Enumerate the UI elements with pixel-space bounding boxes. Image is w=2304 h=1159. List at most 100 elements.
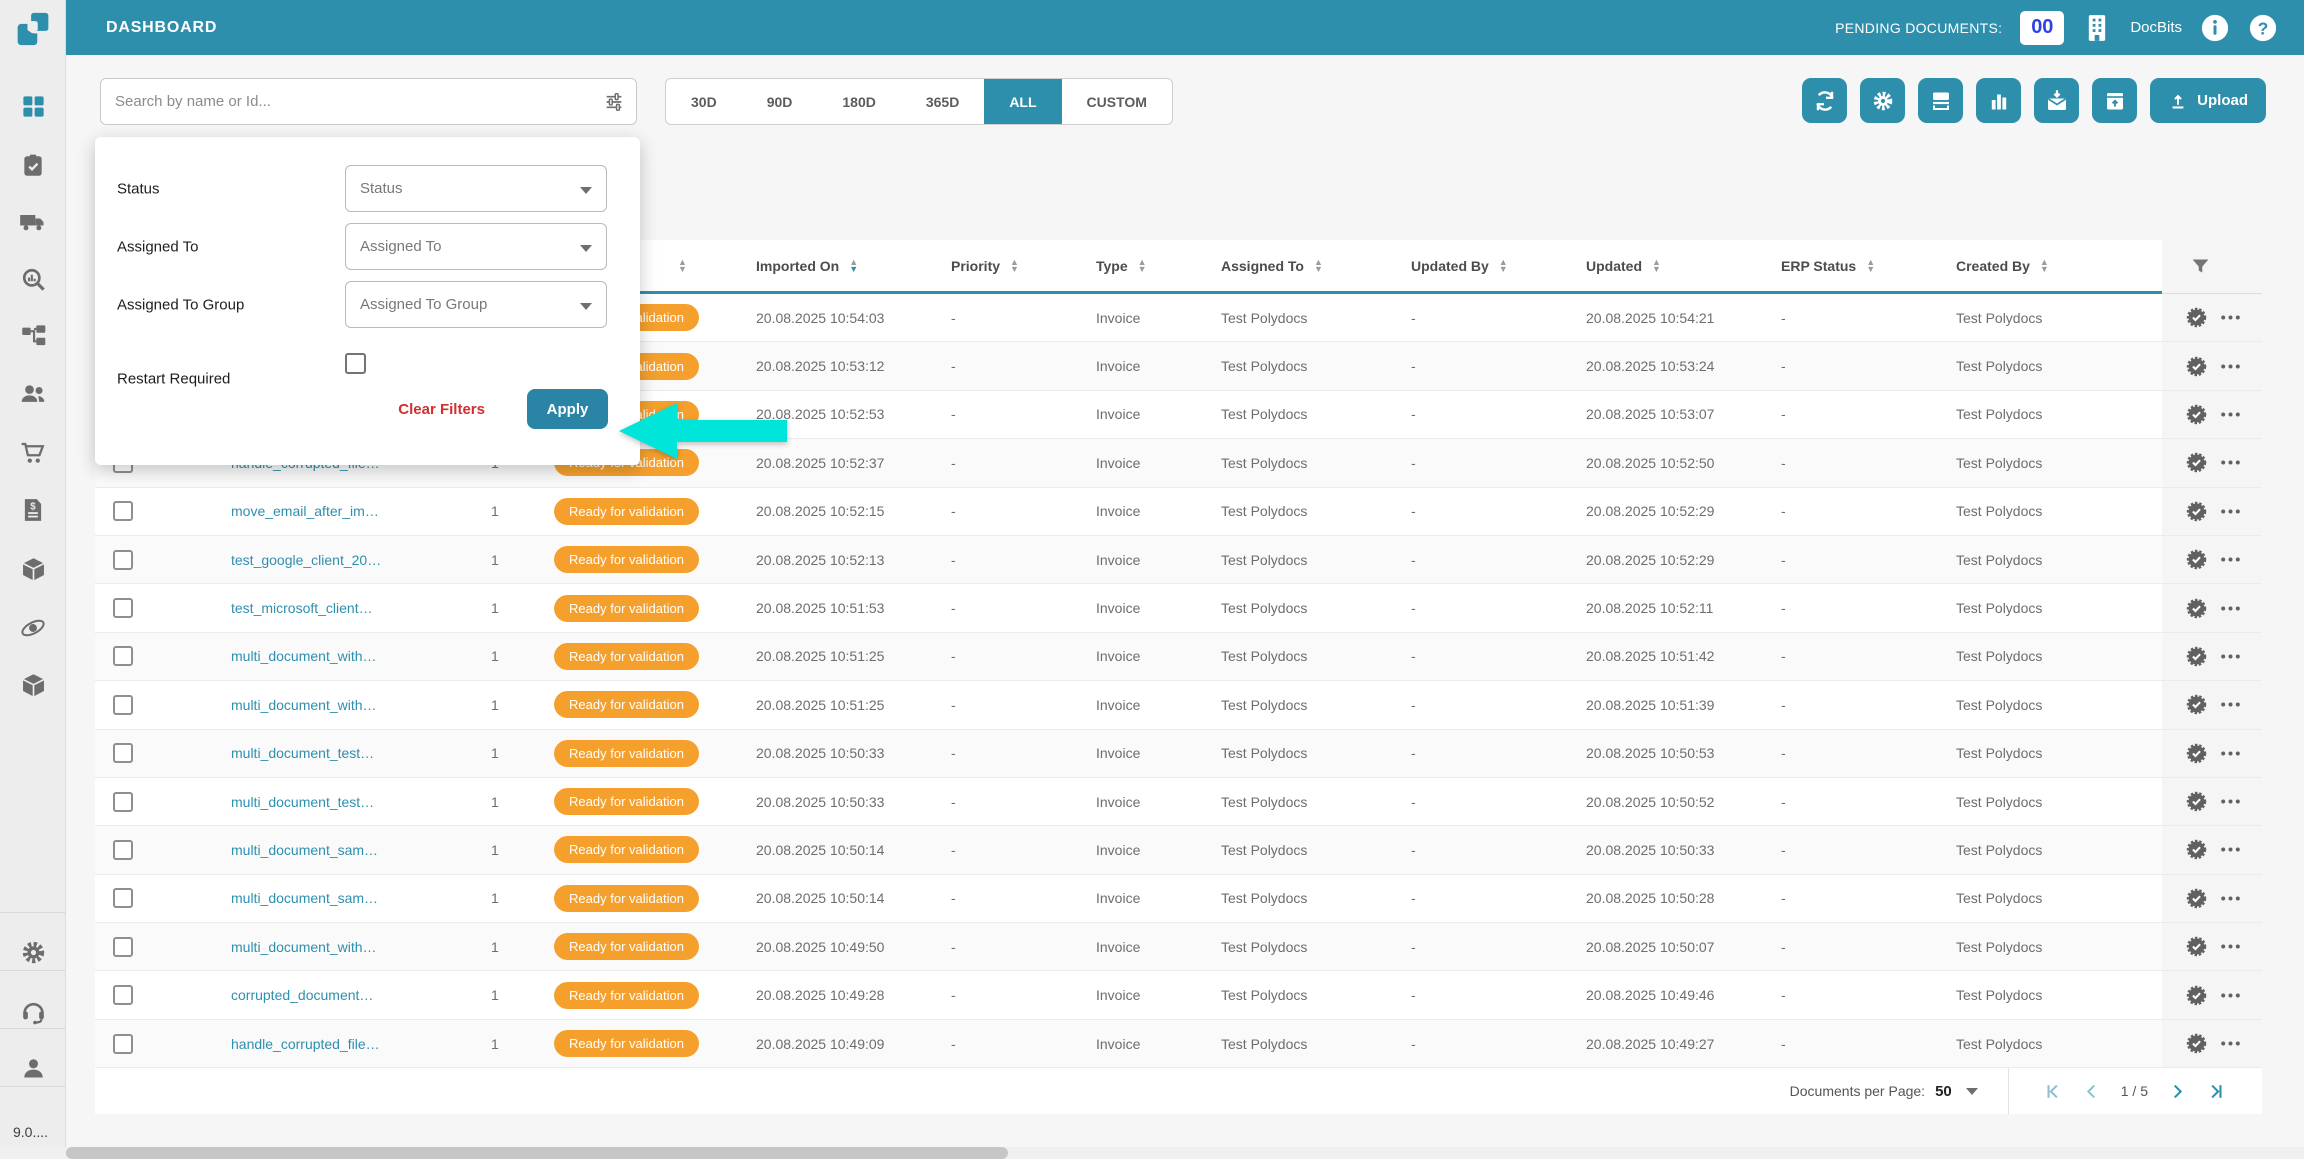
status-filter-select[interactable]: Status bbox=[345, 165, 607, 212]
row-checkbox[interactable] bbox=[113, 646, 133, 666]
tab-custom[interactable]: CUSTOM bbox=[1062, 79, 1172, 124]
document-name-link[interactable]: handle_corrupted_file… bbox=[231, 1036, 380, 1052]
validate-button[interactable] bbox=[2185, 500, 2208, 523]
validate-button[interactable] bbox=[2185, 790, 2208, 813]
per-page-value[interactable]: 50 bbox=[1935, 1083, 1952, 1100]
row-more-button[interactable] bbox=[2219, 500, 2242, 523]
sidebar-item-packages[interactable] bbox=[0, 547, 66, 591]
sort-arrows-icon[interactable]: ▲▼ bbox=[1866, 259, 1875, 273]
document-name-link[interactable]: multi_document_sam… bbox=[231, 890, 378, 906]
sidebar-item-profile[interactable] bbox=[0, 1046, 66, 1090]
validate-button[interactable] bbox=[2185, 451, 2208, 474]
sort-arrows-icon[interactable]: ▲▼ bbox=[1010, 259, 1019, 273]
last-page-button[interactable] bbox=[2207, 1082, 2226, 1101]
upload-button[interactable]: Upload bbox=[2150, 78, 2266, 123]
export-button[interactable] bbox=[2092, 78, 2137, 123]
column-header-assigned_to[interactable]: Assigned To▲▼ bbox=[1205, 240, 1395, 291]
sidebar-item-products[interactable] bbox=[0, 663, 66, 707]
sidebar-item-cart[interactable] bbox=[0, 431, 66, 475]
sort-arrows-icon[interactable]: ▲▼ bbox=[1138, 259, 1147, 273]
next-page-button[interactable] bbox=[2168, 1082, 2187, 1101]
validate-button[interactable] bbox=[2185, 403, 2208, 426]
tab-365d[interactable]: 365D bbox=[901, 79, 984, 124]
column-header-updated_by[interactable]: Updated By▲▼ bbox=[1395, 240, 1570, 291]
validate-button[interactable] bbox=[2185, 355, 2208, 378]
sidebar-item-support[interactable] bbox=[0, 989, 66, 1033]
row-more-button[interactable] bbox=[2219, 693, 2242, 716]
document-name-link[interactable]: multi_document_sam… bbox=[231, 842, 378, 858]
row-more-button[interactable] bbox=[2219, 984, 2242, 1007]
sort-arrows-icon[interactable]: ▲▼ bbox=[1652, 259, 1661, 273]
document-name-link[interactable]: move_email_after_im… bbox=[231, 503, 379, 519]
sidebar-item-invoices[interactable]: $ bbox=[0, 488, 66, 532]
row-more-button[interactable] bbox=[2219, 935, 2242, 958]
docbits-logo-icon[interactable] bbox=[14, 9, 52, 49]
search-input[interactable] bbox=[101, 93, 592, 110]
row-checkbox[interactable] bbox=[113, 937, 133, 957]
scanner-button[interactable] bbox=[1918, 78, 1963, 123]
sort-arrows-icon[interactable]: ▲▼ bbox=[1314, 259, 1323, 273]
column-header-erp_status[interactable]: ERP Status▲▼ bbox=[1765, 240, 1940, 291]
tune-icon[interactable] bbox=[592, 80, 636, 124]
document-name-link[interactable]: multi_document_test… bbox=[231, 794, 374, 810]
column-header-type[interactable]: Type▲▼ bbox=[1080, 240, 1205, 291]
row-more-button[interactable] bbox=[2219, 742, 2242, 765]
analytics-button[interactable] bbox=[1976, 78, 2021, 123]
validate-button[interactable] bbox=[2185, 984, 2208, 1007]
row-checkbox[interactable] bbox=[113, 840, 133, 860]
sidebar-item-shipments[interactable] bbox=[0, 200, 66, 244]
horizontal-scrollbar-thumb[interactable] bbox=[66, 1147, 1008, 1159]
row-checkbox[interactable] bbox=[113, 695, 133, 715]
document-name-link[interactable]: multi_document_with… bbox=[231, 648, 377, 664]
prev-page-button[interactable] bbox=[2082, 1082, 2101, 1101]
row-more-button[interactable] bbox=[2219, 887, 2242, 910]
validate-button[interactable] bbox=[2185, 548, 2208, 571]
sidebar-item-integrations[interactable] bbox=[0, 606, 66, 650]
column-header-updated[interactable]: Updated▲▼ bbox=[1570, 240, 1765, 291]
document-name-link[interactable]: multi_document_test… bbox=[231, 745, 374, 761]
sidebar-item-settings[interactable] bbox=[0, 930, 66, 974]
validate-button[interactable] bbox=[2185, 887, 2208, 910]
info-icon[interactable] bbox=[2200, 13, 2230, 43]
row-more-button[interactable] bbox=[2219, 548, 2242, 571]
row-checkbox[interactable] bbox=[113, 1034, 133, 1054]
clear-filters-button[interactable]: Clear Filters bbox=[398, 401, 485, 418]
sort-arrows-icon[interactable]: ▲▼ bbox=[678, 259, 687, 273]
sort-arrows-icon[interactable]: ▲▼ bbox=[2040, 259, 2049, 273]
validate-button[interactable] bbox=[2185, 1032, 2208, 1055]
column-header-created_by[interactable]: Created By▲▼ bbox=[1940, 240, 2162, 291]
validate-button[interactable] bbox=[2185, 693, 2208, 716]
restart-required-checkbox[interactable] bbox=[345, 353, 366, 374]
validate-button[interactable] bbox=[2185, 645, 2208, 668]
tab-30d[interactable]: 30D bbox=[666, 79, 742, 124]
pending-documents-count[interactable]: 00 bbox=[2020, 11, 2064, 45]
row-more-button[interactable] bbox=[2219, 403, 2242, 426]
validate-button[interactable] bbox=[2185, 935, 2208, 958]
validate-button[interactable] bbox=[2185, 838, 2208, 861]
apply-button[interactable]: Apply bbox=[527, 389, 608, 429]
row-checkbox[interactable] bbox=[113, 501, 133, 521]
column-header-priority[interactable]: Priority▲▼ bbox=[935, 240, 1080, 291]
document-name-link[interactable]: corrupted_document… bbox=[231, 987, 373, 1003]
validate-button[interactable] bbox=[2185, 597, 2208, 620]
first-page-button[interactable] bbox=[2043, 1082, 2062, 1101]
sidebar-item-tasks[interactable] bbox=[0, 144, 66, 188]
row-more-button[interactable] bbox=[2219, 451, 2242, 474]
assigned-to-filter-select[interactable]: Assigned To bbox=[345, 223, 607, 270]
sort-arrows-icon[interactable]: ▲▼ bbox=[1499, 259, 1508, 273]
row-checkbox[interactable] bbox=[113, 985, 133, 1005]
document-name-link[interactable]: multi_document_with… bbox=[231, 697, 377, 713]
mail-import-button[interactable] bbox=[2034, 78, 2079, 123]
row-more-button[interactable] bbox=[2219, 645, 2242, 668]
column-header-imported[interactable]: Imported On▲▼ bbox=[740, 240, 935, 291]
row-checkbox[interactable] bbox=[113, 598, 133, 618]
refresh-button[interactable] bbox=[1802, 78, 1847, 123]
document-name-link[interactable]: test_google_client_20… bbox=[231, 552, 381, 568]
table-actions-header[interactable] bbox=[2162, 240, 2262, 294]
sidebar-item-insights[interactable] bbox=[0, 257, 66, 301]
sort-arrows-icon[interactable]: ▲▼ bbox=[849, 259, 858, 273]
row-checkbox[interactable] bbox=[113, 743, 133, 763]
sidebar-item-users[interactable] bbox=[0, 372, 66, 416]
tab-180d[interactable]: 180D bbox=[817, 79, 900, 124]
row-checkbox[interactable] bbox=[113, 792, 133, 812]
